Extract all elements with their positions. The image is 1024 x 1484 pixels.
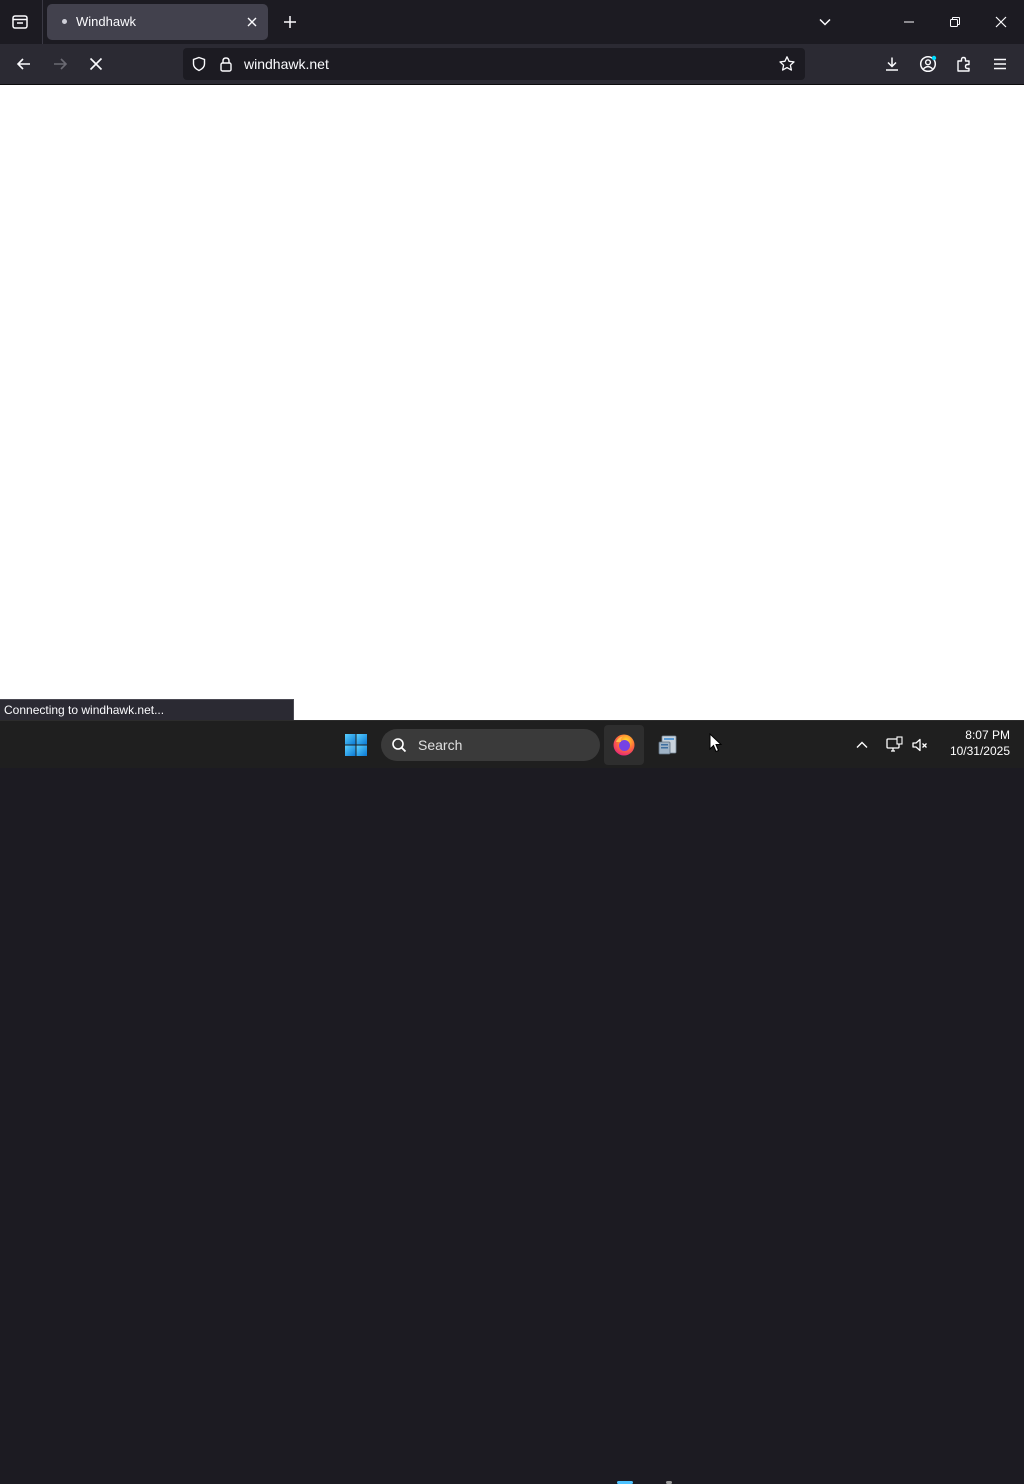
show-hidden-icons-button[interactable]	[850, 733, 874, 757]
tab-separator	[42, 0, 43, 44]
url-bar[interactable]: windhawk.net	[183, 48, 805, 80]
status-text: Connecting to windhawk.net...	[4, 703, 165, 717]
taskbar-firefox-button[interactable]	[604, 725, 644, 765]
minimize-icon	[904, 21, 914, 23]
clock-time: 8:07 PM	[965, 728, 1010, 742]
bookmark-button[interactable]	[775, 52, 799, 76]
tracking-protection-shield-icon[interactable]	[191, 56, 207, 72]
mouse-cursor-icon	[709, 733, 723, 753]
restore-button[interactable]	[932, 0, 978, 44]
navigation-toolbar: windhawk.net	[0, 44, 1024, 84]
tab-title: Windhawk	[76, 14, 136, 29]
windows-taskbar: Search 8:07 PM 10/31/2025	[0, 720, 1024, 1484]
taskbar-file-explorer-button[interactable]	[648, 725, 688, 765]
new-tab-button[interactable]	[275, 7, 305, 37]
restore-icon	[950, 17, 960, 27]
app-menu-button[interactable]	[984, 48, 1016, 80]
file-explorer-icon	[658, 735, 677, 755]
status-panel: Connecting to windhawk.net...	[0, 699, 294, 720]
page-content[interactable]	[0, 85, 1024, 720]
start-button[interactable]	[334, 725, 378, 765]
download-icon	[886, 57, 898, 71]
star-icon	[779, 56, 795, 71]
list-all-tabs-button[interactable]	[810, 7, 840, 37]
stop-icon	[89, 57, 103, 71]
arrow-left-icon	[16, 58, 30, 70]
tab-windhawk[interactable]: Windhawk	[47, 4, 268, 40]
url-text[interactable]: windhawk.net	[244, 56, 329, 72]
network-status-button[interactable]	[882, 733, 906, 757]
hamburger-menu-icon	[994, 58, 1006, 70]
close-icon	[995, 16, 1007, 28]
windows-logo-icon	[345, 734, 367, 756]
loading-dot-icon	[62, 19, 67, 24]
tab-strip: Windhawk	[0, 0, 1024, 44]
taskbar-clock[interactable]: 8:07 PM 10/31/2025	[938, 727, 1010, 763]
account-icon	[919, 55, 937, 73]
arrow-right-icon	[54, 58, 68, 70]
downloads-button[interactable]	[876, 48, 908, 80]
minimize-button[interactable]	[886, 0, 932, 44]
network-icon	[886, 736, 903, 752]
puzzle-piece-icon	[957, 56, 970, 72]
back-button[interactable]	[8, 48, 40, 80]
tab-close-button[interactable]	[242, 12, 262, 32]
taskbar-search-box[interactable]: Search	[381, 729, 600, 761]
chevron-up-icon	[856, 741, 868, 748]
clock-date: 10/31/2025	[949, 744, 1010, 758]
plus-icon	[284, 16, 296, 28]
forward-button[interactable]	[44, 48, 76, 80]
volume-muted-icon	[912, 738, 927, 752]
window-close-button[interactable]	[978, 0, 1024, 44]
chevron-down-icon	[819, 18, 831, 26]
account-button[interactable]	[912, 48, 944, 80]
firefox-view-button[interactable]	[4, 6, 36, 38]
lock-icon[interactable]	[218, 56, 234, 72]
search-icon	[392, 738, 407, 753]
stop-loading-button[interactable]	[80, 48, 112, 80]
extensions-button[interactable]	[948, 48, 980, 80]
firefox-view-icon	[12, 15, 28, 29]
search-label: Search	[418, 737, 463, 753]
firefox-icon	[613, 734, 635, 756]
volume-button[interactable]	[908, 733, 932, 757]
close-icon	[247, 17, 257, 27]
